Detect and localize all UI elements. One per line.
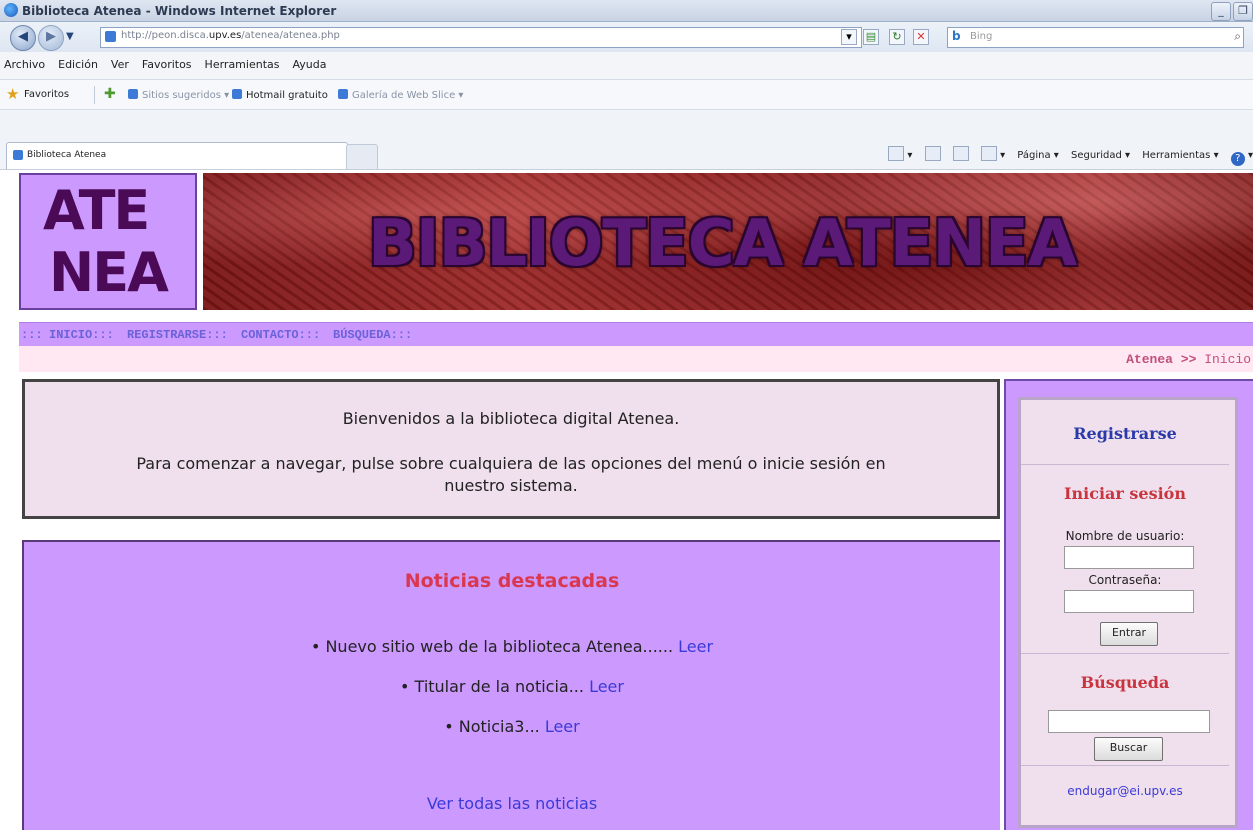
welcome-panel: Bienvenidos a la biblioteca digital Aten…	[22, 379, 1000, 519]
news-item: • Titular de la noticia... Leer	[24, 677, 1000, 696]
welcome-heading: Bienvenidos a la biblioteca digital Aten…	[342, 409, 680, 428]
nav-contacto[interactable]: CONTACTO:::	[241, 328, 320, 342]
logo-line-1: ATE	[43, 179, 150, 242]
fav-sitios-sugeridos[interactable]: Sitios sugeridos ▾	[128, 89, 229, 101]
add-favorite-icon[interactable]: ✚	[104, 86, 116, 102]
minimize-button[interactable]: _	[1211, 2, 1231, 21]
breadcrumb: Atenea >> Inicio	[19, 346, 1253, 372]
page-favicon-icon	[105, 31, 116, 42]
nav-inicio[interactable]: INICIO:::	[49, 328, 114, 342]
browser-tab[interactable]: Biblioteca Atenea	[6, 142, 348, 169]
nav-busqueda[interactable]: BÚSQUEDA:::	[333, 328, 412, 342]
search-field[interactable]: b Bing ⌕	[947, 27, 1244, 48]
window-title: Biblioteca Atenea - Windows Internet Exp…	[22, 4, 337, 18]
news-read-link[interactable]: Leer	[678, 637, 713, 656]
sidebar-box: Registrarse Iniciar sesión Nombre de usu…	[1018, 397, 1238, 828]
ie-page-icon	[232, 89, 242, 99]
print-icon[interactable]	[980, 146, 997, 161]
favorites-button[interactable]: Favoritos	[24, 89, 69, 100]
ie-page-icon	[338, 89, 348, 99]
bing-logo-icon: b	[952, 29, 961, 43]
favorites-bar: ★ Favoritos ✚ Sitios sugeridos ▾ Hotmail…	[0, 80, 1253, 110]
url-field[interactable]: http://peon.disca.upv.es/atenea/atenea.p…	[100, 27, 862, 48]
refresh-icon[interactable]: ↻	[889, 29, 905, 45]
news-panel: Noticias destacadas • Nuevo sitio web de…	[22, 540, 1000, 830]
tools-menu[interactable]: Herramientas ▾	[1142, 150, 1218, 161]
page-menu[interactable]: Página ▾	[1017, 150, 1059, 161]
url-dropdown-icon[interactable]: ▾	[841, 29, 857, 45]
mail-icon[interactable]	[952, 146, 969, 161]
history-dropdown-icon[interactable]: ▼	[66, 31, 74, 42]
tab-favicon-icon	[13, 150, 23, 160]
site-logo: ATE NEA	[19, 173, 197, 310]
command-bar: ▾ ▾ Página ▾ Seguridad ▾ Herramientas ▾ …	[879, 146, 1253, 166]
sidebar-divider	[1021, 464, 1229, 465]
news-item: • Noticia3... Leer	[24, 717, 1000, 736]
fav-web-slice-gallery[interactable]: Galería de Web Slice ▾	[338, 89, 463, 101]
compatibility-view-icon[interactable]: ▤	[863, 29, 879, 45]
header-banner: BIBLIOTECA ATENEA	[203, 173, 1253, 310]
news-item: • Nuevo sitio web de la biblioteca Atene…	[24, 637, 1000, 656]
news-read-link[interactable]: Leer	[589, 677, 624, 696]
feeds-icon[interactable]	[924, 146, 941, 161]
username-input[interactable]	[1064, 546, 1194, 569]
tab-bar: Biblioteca Atenea ▾ ▾ Página ▾ Seguridad…	[0, 110, 1253, 170]
password-input[interactable]	[1064, 590, 1194, 613]
menu-ayuda[interactable]: Ayuda	[292, 52, 326, 78]
restore-button[interactable]: ❐	[1233, 2, 1253, 21]
welcome-text-line2: nuestro sistema.	[444, 476, 578, 495]
menu-favoritos[interactable]: Favoritos	[142, 52, 192, 78]
banner-title: BIBLIOTECA ATENEA	[368, 207, 1077, 281]
username-label: Nombre de usuario:	[1065, 529, 1185, 543]
news-item-text: • Titular de la noticia...	[400, 677, 584, 696]
help-icon[interactable]: ?	[1230, 152, 1245, 166]
search-button[interactable]: Buscar	[1094, 737, 1163, 761]
sidebar-divider	[1021, 765, 1229, 766]
nav-prefix: :::	[21, 328, 43, 342]
favorites-star-icon[interactable]: ★	[6, 85, 19, 103]
see-all-news-link[interactable]: Ver todas las noticias	[427, 794, 597, 813]
ie-page-icon	[128, 89, 138, 99]
password-label: Contraseña:	[1088, 573, 1162, 587]
menu-edicion[interactable]: Edición	[58, 52, 98, 78]
sidebar-divider	[1021, 653, 1229, 654]
menu-ver[interactable]: Ver	[111, 52, 129, 78]
menu-archivo[interactable]: Archivo	[4, 52, 45, 78]
ie-logo-icon	[4, 3, 18, 17]
main-navigation: ::: INICIO::: REGISTRARSE::: CONTACTO:::…	[19, 322, 1253, 346]
login-title: Iniciar sesión	[1064, 484, 1186, 503]
stop-icon[interactable]: ✕	[913, 29, 929, 45]
url-text: http://peon.disca.upv.es/atenea/atenea.p…	[121, 30, 340, 41]
nav-registrarse[interactable]: REGISTRARSE:::	[127, 328, 228, 342]
news-item-text: • Noticia3...	[444, 717, 540, 736]
breadcrumb-root[interactable]: Atenea	[1126, 352, 1173, 367]
back-button[interactable]: ◀	[10, 25, 36, 51]
news-read-link[interactable]: Leer	[545, 717, 580, 736]
security-menu[interactable]: Seguridad ▾	[1071, 150, 1130, 161]
contact-email-link[interactable]: endugar@ei.upv.es	[1021, 784, 1229, 798]
sidebar: Registrarse Iniciar sesión Nombre de usu…	[1004, 379, 1253, 830]
breadcrumb-current: Inicio	[1204, 352, 1251, 367]
home-icon[interactable]	[888, 146, 905, 161]
new-tab-button[interactable]	[346, 144, 378, 169]
login-button[interactable]: Entrar	[1100, 622, 1158, 646]
register-link[interactable]: Registrarse	[1021, 424, 1229, 443]
address-bar-row: ◀ ▶ ▼ http://peon.disca.upv.es/atenea/at…	[0, 22, 1253, 52]
window-titlebar: Biblioteca Atenea - Windows Internet Exp…	[0, 0, 1253, 22]
search-title: Búsqueda	[1080, 673, 1170, 692]
forward-button[interactable]: ▶	[38, 25, 64, 51]
news-item-text: • Nuevo sitio web de la biblioteca Atene…	[310, 637, 674, 656]
news-title: Noticias destacadas	[404, 570, 620, 592]
favorites-separator	[94, 86, 95, 104]
fav-hotmail[interactable]: Hotmail gratuito	[232, 89, 328, 101]
search-input[interactable]	[1048, 710, 1210, 733]
menu-herramientas[interactable]: Herramientas	[205, 52, 280, 78]
breadcrumb-separator: >>	[1180, 352, 1197, 367]
welcome-text-line1: Para comenzar a navegar, pulse sobre cua…	[136, 454, 886, 473]
logo-line-2: NEA	[49, 241, 169, 304]
menu-bar: Archivo Edición Ver Favoritos Herramientas Ay…	[0, 52, 1253, 80]
search-go-icon[interactable]: ⌕	[1234, 29, 1241, 44]
